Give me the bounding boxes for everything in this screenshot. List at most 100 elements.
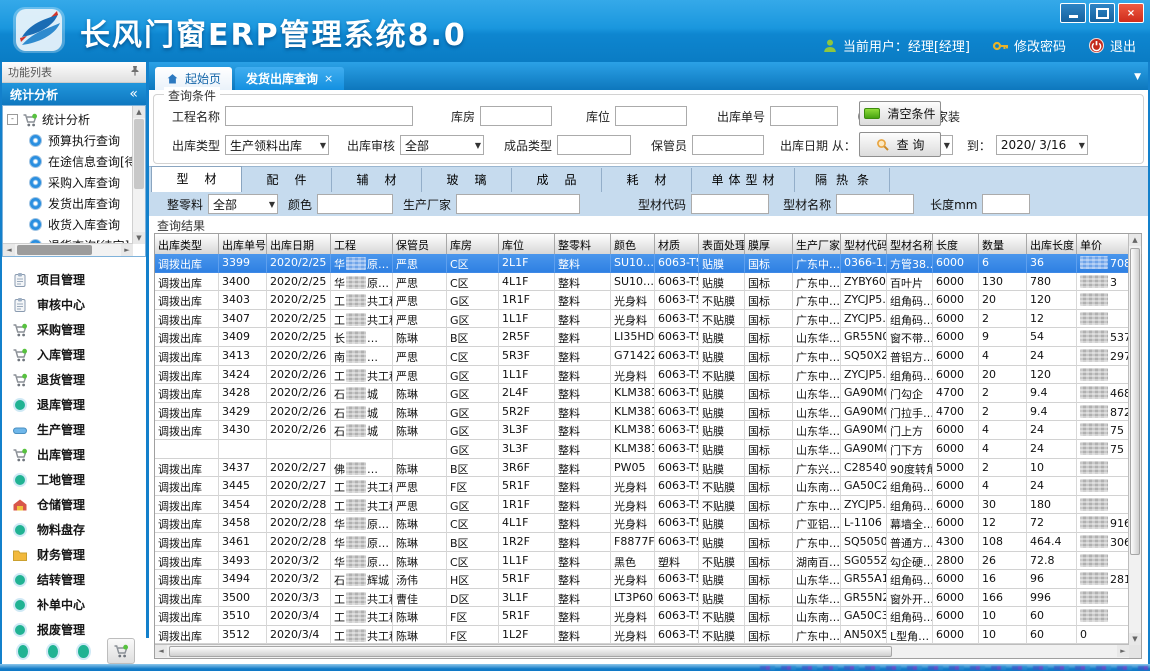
profile-name-input[interactable] xyxy=(836,194,914,214)
material-tab[interactable]: 隔热条 xyxy=(795,168,890,192)
material-tab[interactable]: 成品 xyxy=(512,168,602,192)
sidebar-menu-item[interactable]: 补单中心 xyxy=(2,592,146,617)
audit-select[interactable]: 全部▼ xyxy=(400,135,484,155)
material-tab[interactable]: 配件 xyxy=(242,168,332,192)
table-row[interactable]: 调拨出库 3403 2020/2/25 工共工程 严思 G区 1R1F 整料 光… xyxy=(155,291,1129,310)
material-tab[interactable]: 型材 xyxy=(151,166,242,192)
table-row[interactable]: 调拨出库 3399 2020/2/25 华原… 严思 C区 2L1F 整料 SU… xyxy=(155,254,1129,273)
tab-overflow-icon[interactable]: ▼ xyxy=(1134,72,1141,82)
sidebar-menu-item[interactable]: 财务管理 xyxy=(2,542,146,567)
footer-dot-icon[interactable] xyxy=(46,643,60,660)
section-header[interactable]: 统计分析 « xyxy=(2,83,146,105)
maker-input[interactable] xyxy=(456,194,580,214)
column-header[interactable]: 型材代码 xyxy=(841,234,887,254)
table-row[interactable]: 调拨出库 3494 2020/3/2 石辉城 汤伟 H区 5R1F 整料 光身料… xyxy=(155,570,1129,589)
scroll-right-icon[interactable]: ► xyxy=(1117,645,1129,657)
column-header[interactable]: 库房 xyxy=(447,234,499,254)
table-row[interactable]: 调拨出库 3409 2020/2/25 长… 陈琳 B区 2R5F 整料 LI3… xyxy=(155,328,1129,347)
material-tab[interactable]: 耗材 xyxy=(602,168,692,192)
tree-root[interactable]: - 统计分析 xyxy=(7,109,145,130)
date-to-picker[interactable]: 2020/ 3/16▼ xyxy=(996,135,1088,155)
column-header[interactable]: 工程 xyxy=(331,234,393,254)
vscroll-thumb[interactable] xyxy=(1130,248,1140,555)
sidebar-menu-item[interactable]: 仓储管理 xyxy=(2,492,146,517)
keeper-input[interactable] xyxy=(692,135,764,155)
color-input[interactable] xyxy=(317,194,393,214)
footer-dot-icon[interactable] xyxy=(16,643,30,660)
column-header[interactable]: 颜色 xyxy=(611,234,655,254)
table-row[interactable]: G区 3L3F 整料 KLM3817 6063-T5 贴膜 国标 山东华… GA… xyxy=(155,440,1129,459)
product-type-input[interactable] xyxy=(557,135,631,155)
hscroll-thumb[interactable] xyxy=(169,646,892,657)
column-header[interactable]: 材质 xyxy=(655,234,699,254)
close-button[interactable]: × xyxy=(1118,3,1144,23)
sidebar-menu-item[interactable]: 工地管理 xyxy=(2,467,146,492)
column-header[interactable]: 保管员 xyxy=(393,234,447,254)
maximize-button[interactable] xyxy=(1089,3,1115,23)
sidebar-menu-item[interactable]: 采购管理 xyxy=(2,317,146,342)
column-header[interactable]: 出库长度 xyxy=(1027,234,1077,254)
table-row[interactable]: 调拨出库 3407 2020/2/25 工共工程 严思 G区 1L1F 整料 光… xyxy=(155,310,1129,329)
table-row[interactable]: 调拨出库 3429 2020/2/26 石城 陈琳 G区 5R2F 整料 KLM… xyxy=(155,403,1129,422)
tree-vertical-scrollbar[interactable]: ▲ ▼ xyxy=(132,106,145,244)
tab-shipment-query[interactable]: 发货出库查询 × xyxy=(235,67,344,90)
table-vertical-scrollbar[interactable]: ▲ ▼ xyxy=(1128,234,1141,645)
table-horizontal-scrollbar[interactable]: ◄ ► xyxy=(155,644,1129,658)
column-header[interactable]: 出库日期 xyxy=(267,234,331,254)
table-row[interactable]: 调拨出库 3413 2020/2/26 南… 严思 C区 5R3F 整料 G71… xyxy=(155,347,1129,366)
expander-icon[interactable]: - xyxy=(7,114,18,125)
order-no-input[interactable] xyxy=(770,106,838,126)
scroll-up-icon[interactable]: ▲ xyxy=(133,106,145,118)
table-row[interactable]: 调拨出库 3400 2020/2/25 华原… 严思 C区 4L1F 整料 SU… xyxy=(155,273,1129,292)
table-row[interactable]: 调拨出库 3424 2020/2/26 工共工程 严思 G区 1L1F 整料 光… xyxy=(155,366,1129,385)
tree-item[interactable]: 预算执行查询 xyxy=(7,130,145,151)
clear-conditions-button[interactable]: 清空条件 xyxy=(859,101,941,126)
column-header[interactable]: 长度 xyxy=(933,234,979,254)
scroll-left-icon[interactable]: ◄ xyxy=(155,645,167,657)
table-row[interactable]: 调拨出库 3454 2020/2/28 工共工程 严思 G区 1R1F 整料 光… xyxy=(155,496,1129,515)
material-tab[interactable]: 单体型材 xyxy=(692,168,795,192)
sidebar-menu-item[interactable]: 出库管理 xyxy=(2,442,146,467)
column-header[interactable]: 型材名称 xyxy=(887,234,933,254)
column-header[interactable]: 膜厚 xyxy=(745,234,793,254)
tree-scroll-thumb[interactable] xyxy=(134,119,144,189)
sidebar-menu-item[interactable]: 项目管理 xyxy=(2,267,146,292)
tree-item[interactable]: 收货入库查询 xyxy=(7,214,145,235)
footer-cart-button[interactable] xyxy=(107,638,136,664)
change-password-button[interactable]: 修改密码 xyxy=(992,36,1066,55)
sidebar-menu-item[interactable]: 审核中心 xyxy=(2,292,146,317)
tab-close-icon[interactable]: × xyxy=(324,72,333,85)
column-header[interactable]: 单价 xyxy=(1077,234,1135,254)
warehouse-input[interactable] xyxy=(480,106,552,126)
tree-item[interactable]: 采购入库查询 xyxy=(7,172,145,193)
column-header[interactable]: 出库类型 xyxy=(155,234,219,254)
column-header[interactable]: 库位 xyxy=(499,234,555,254)
column-header[interactable]: 表面处理 xyxy=(699,234,745,254)
tree-item[interactable]: 发货出库查询 xyxy=(7,193,145,214)
table-row[interactable]: 调拨出库 3430 2020/2/26 石城 陈琳 G区 3L3F 整料 KLM… xyxy=(155,421,1129,440)
column-header[interactable]: 出库单号 xyxy=(219,234,267,254)
table-row[interactable]: 调拨出库 3500 2020/3/3 工共工程 曹佳 D区 3L1F 整料 LT… xyxy=(155,589,1129,608)
material-tab[interactable]: 辅材 xyxy=(332,168,422,192)
table-row[interactable]: 调拨出库 3458 2020/2/28 华原… 陈琳 C区 4L1F 整料 光身… xyxy=(155,514,1129,533)
length-input[interactable] xyxy=(982,194,1030,214)
table-row[interactable]: 调拨出库 3437 2020/2/27 佛… 陈琳 B区 3R6F 整料 PW0… xyxy=(155,459,1129,478)
tree-item[interactable]: 退库管理[待定] xyxy=(7,256,145,257)
sidebar-menu-item[interactable]: 入库管理 xyxy=(2,342,146,367)
footer-dot-icon[interactable] xyxy=(76,643,90,660)
sidebar-menu-item[interactable]: 结转管理 xyxy=(2,567,146,592)
minimize-button[interactable] xyxy=(1060,3,1086,23)
project-name-input[interactable] xyxy=(225,106,413,126)
tree-item[interactable]: 在途信息查询[待 xyxy=(7,151,145,172)
material-tab[interactable]: 玻璃 xyxy=(422,168,512,192)
scroll-down-icon[interactable]: ▼ xyxy=(133,232,145,244)
table-row[interactable]: 调拨出库 3445 2020/2/27 工共工程 严思 F区 5R1F 整料 光… xyxy=(155,477,1129,496)
scroll-up-icon[interactable]: ▲ xyxy=(1129,234,1141,246)
collapse-icon[interactable]: « xyxy=(129,86,138,102)
location-input[interactable] xyxy=(615,106,687,126)
table-row[interactable]: 调拨出库 3461 2020/2/28 华原… 陈琳 B区 1R2F 整料 F8… xyxy=(155,533,1129,552)
scroll-left-icon[interactable]: ◄ xyxy=(3,244,15,256)
tree-hscroll-thumb[interactable] xyxy=(17,245,92,255)
column-header[interactable]: 数量 xyxy=(979,234,1027,254)
sidebar-menu-item[interactable]: 退库管理 xyxy=(2,392,146,417)
